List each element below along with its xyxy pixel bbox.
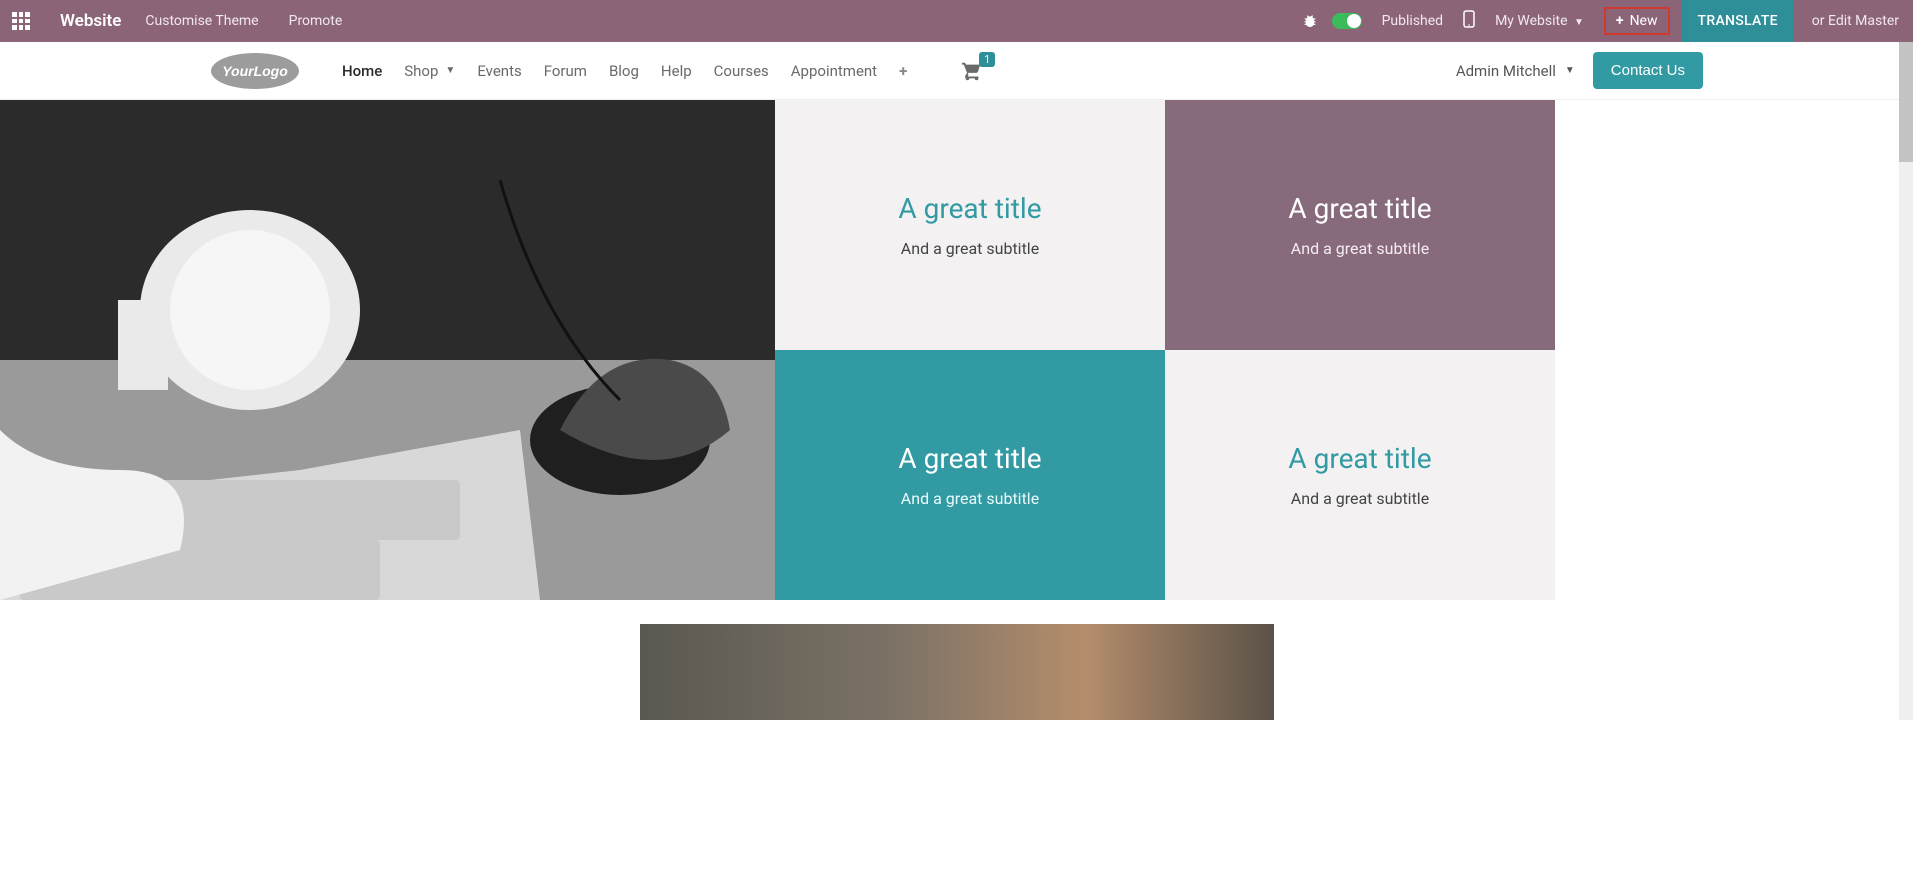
tile-subtitle: And a great subtitle [1291,239,1429,258]
my-website-dropdown[interactable]: My Website ▼ [1489,13,1590,29]
main-nav: Home Shop ▼ Events Forum Blog Help Cours… [342,62,907,80]
new-label: New [1630,13,1658,29]
feature-tile-4: A great title And a great subtitle [1165,350,1555,600]
nav-shop[interactable]: Shop ▼ [404,62,455,80]
tile-subtitle: And a great subtitle [901,239,1039,258]
customise-theme-link[interactable]: Customise Theme [139,13,264,29]
cart-button[interactable]: 1 [961,60,983,82]
cart-count-badge: 1 [979,52,995,67]
hero-image [0,100,775,600]
plus-icon: + [1616,13,1624,29]
nav-home[interactable]: Home [342,62,382,80]
published-toggle[interactable] [1332,13,1362,29]
tile-subtitle: And a great subtitle [901,489,1039,508]
chevron-down-icon: ▼ [1574,17,1584,28]
secondary-image [640,624,1274,720]
tile-title: A great title [898,192,1041,225]
translate-button[interactable]: TRANSLATE [1682,0,1794,42]
add-page-icon[interactable]: + [899,62,907,80]
hero-grid: A great title And a great subtitle A gre… [0,100,1555,600]
nav-events[interactable]: Events [477,62,521,80]
vertical-scrollbar[interactable] [1899,42,1913,720]
site-logo[interactable]: YourLogo [210,51,300,91]
promote-link[interactable]: Promote [283,13,349,29]
feature-tile-3: A great title And a great subtitle [775,350,1165,600]
bug-icon[interactable] [1302,13,1318,29]
mobile-preview-icon[interactable] [1463,10,1475,32]
apps-grid-icon[interactable] [12,12,30,30]
nav-courses[interactable]: Courses [714,62,769,80]
my-website-label: My Website [1495,13,1567,29]
nav-blog[interactable]: Blog [609,62,639,80]
app-brand[interactable]: Website [60,11,121,31]
tile-title: A great title [1288,192,1431,225]
nav-shop-label: Shop [404,62,438,80]
chevron-down-icon: ▼ [445,65,455,76]
user-menu[interactable]: Admin Mitchell ▼ [1456,62,1575,80]
nav-appointment[interactable]: Appointment [791,62,877,80]
svg-text:YourLogo: YourLogo [222,63,288,79]
feature-tile-1: A great title And a great subtitle [775,100,1165,350]
nav-help[interactable]: Help [661,62,692,80]
published-label[interactable]: Published [1376,13,1449,29]
feature-tile-2: A great title And a great subtitle [1165,100,1555,350]
tile-subtitle: And a great subtitle [1291,489,1429,508]
new-page-button[interactable]: + New [1604,7,1670,35]
tile-title: A great title [898,442,1041,475]
tile-title: A great title [1288,442,1431,475]
nav-forum[interactable]: Forum [544,62,587,80]
edit-master-link[interactable]: or Edit Master [1806,13,1905,29]
site-header: YourLogo Home Shop ▼ Events Forum Blog H… [0,42,1913,100]
user-name: Admin Mitchell [1456,62,1556,80]
chevron-down-icon: ▼ [1565,65,1575,76]
website-top-bar: Website Customise Theme Promote Publishe… [0,0,1913,42]
scrollbar-thumb[interactable] [1899,42,1913,162]
bottom-section [0,600,1913,720]
contact-us-button[interactable]: Contact Us [1593,52,1703,89]
